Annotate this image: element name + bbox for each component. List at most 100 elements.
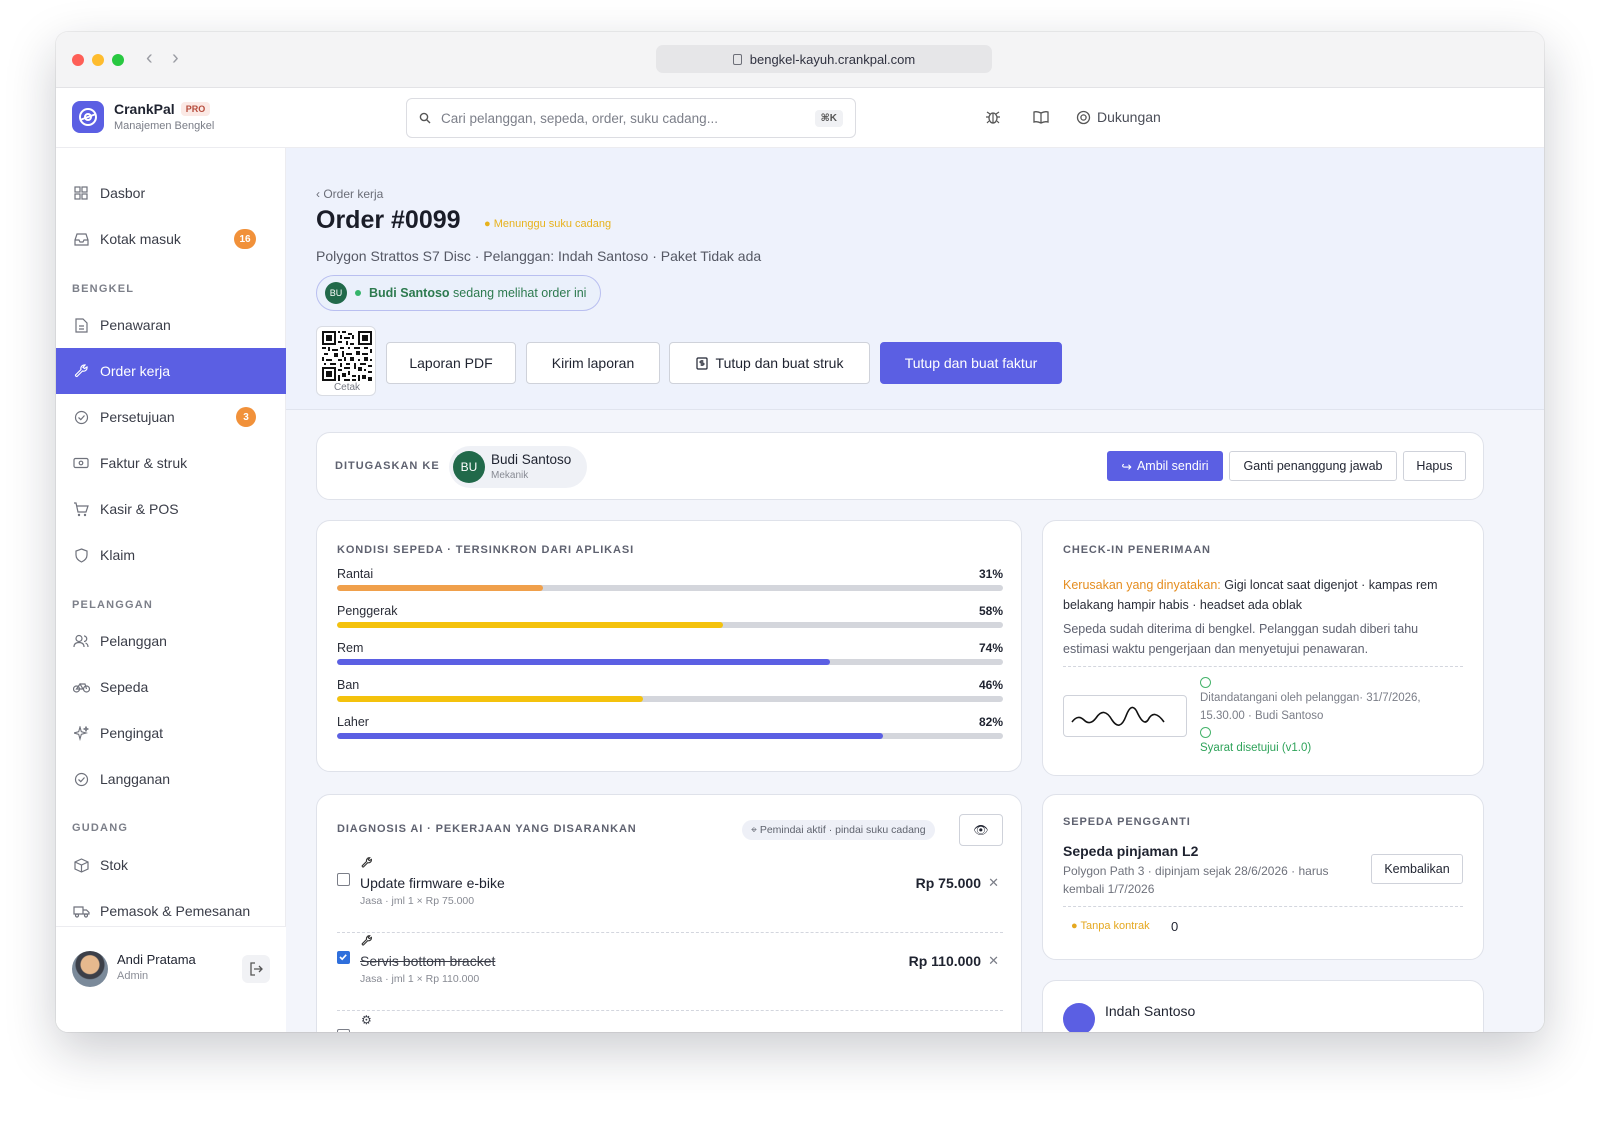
sidebar-section-title: GUDANG bbox=[72, 822, 129, 834]
address-bar[interactable]: bengkel-kayuh.crankpal.com bbox=[656, 45, 992, 73]
list-item: Update firmware e-bike Jasa · jml 1 × Rp… bbox=[337, 855, 1003, 933]
item-name: Servis bottom bracket bbox=[360, 953, 496, 969]
sidebar-item-penawaran[interactable]: Penawaran bbox=[56, 302, 286, 348]
crankpal-logo-icon[interactable] bbox=[72, 101, 104, 133]
condition-bar-track bbox=[337, 585, 1003, 591]
bicycle-icon bbox=[72, 678, 90, 696]
document-icon bbox=[72, 316, 90, 334]
maximize-window-button[interactable] bbox=[112, 54, 124, 66]
remove-assignee-button[interactable]: Hapus bbox=[1403, 451, 1466, 481]
condition-bar-fill bbox=[337, 659, 830, 665]
condition-label: Laher bbox=[337, 715, 369, 729]
sidebar-item-label: Penawaran bbox=[100, 317, 171, 333]
loaner-meta: Polygon Path 3 · dipinjam sejak 28/6/202… bbox=[1063, 864, 1329, 896]
qr-caption: Cetak bbox=[333, 382, 361, 393]
condition-row: Rem 74% bbox=[337, 641, 1003, 678]
remove-item-icon[interactable]: ✕ bbox=[988, 953, 999, 969]
minimize-window-button[interactable] bbox=[92, 54, 104, 66]
condition-label: Rantai bbox=[337, 567, 374, 581]
close-window-button[interactable] bbox=[72, 54, 84, 66]
pdf-report-button[interactable]: Laporan PDF bbox=[386, 342, 516, 384]
sidebar-item-label: Kasir & POS bbox=[100, 501, 179, 517]
sidebar-item-stok[interactable]: Stok bbox=[56, 842, 286, 888]
card-title: KONDISI SEPEDA · TERSINKRON DARI APLIKAS… bbox=[337, 544, 635, 556]
damage-description: Kerusakan yang dinyatakan: Gigi loncat s… bbox=[1063, 575, 1463, 615]
item-checkbox[interactable] bbox=[337, 951, 350, 964]
return-loaner-button[interactable]: Kembalikan bbox=[1371, 854, 1463, 884]
viewer-text: sedang melihat order ini bbox=[453, 286, 587, 300]
scanner-status-badge[interactable]: ⌖ Pemindai aktif · pindai suku cadang bbox=[742, 820, 935, 840]
forward-arrow-icon[interactable]: › bbox=[172, 47, 179, 70]
avatar[interactable] bbox=[72, 951, 108, 987]
assignment-card: DITUGASKAN KE BU Budi Santoso Mekanik ↪ … bbox=[316, 432, 1484, 500]
eye-toggle-button[interactable]: 👁 bbox=[959, 814, 1003, 846]
sidebar-item-sepeda[interactable]: Sepeda bbox=[56, 664, 286, 710]
url-text: bengkel-kayuh.crankpal.com bbox=[749, 51, 916, 67]
assignee-role: Mekanik bbox=[491, 470, 529, 481]
sidebar-item-kasir-pos[interactable]: Kasir & POS bbox=[56, 486, 286, 532]
support-link[interactable]: Dukungan bbox=[1076, 109, 1161, 125]
sidebar-section-title: BENGKEL bbox=[72, 283, 135, 295]
sidebar-item-persetujuan[interactable]: Persetujuan 3 bbox=[56, 394, 286, 440]
condition-bar-fill bbox=[337, 585, 544, 591]
search-input[interactable]: Cari pelanggan, sepeda, order, suku cada… bbox=[406, 98, 856, 138]
sidebar-item-label: Kotak masuk bbox=[100, 231, 181, 247]
user-role: Admin bbox=[117, 970, 149, 982]
sidebar-item-faktur-struk[interactable]: Faktur & struk bbox=[56, 440, 286, 486]
condition-bar-fill bbox=[337, 733, 884, 739]
sidebar-item-pelanggan[interactable]: Pelanggan bbox=[56, 618, 286, 664]
condition-bar-track bbox=[337, 733, 1003, 739]
sidebar-item-pengingat[interactable]: Pengingat bbox=[56, 710, 286, 756]
app-header: CrankPal PRO Manajemen Bengkel Cari pelan… bbox=[56, 88, 1544, 148]
customer-signature bbox=[1063, 695, 1187, 737]
remove-item-icon[interactable]: ✕ bbox=[988, 875, 999, 891]
bug-icon[interactable] bbox=[984, 108, 1002, 131]
close-and-receipt-label: Tutup dan buat struk bbox=[715, 355, 844, 371]
customer-avatar bbox=[1063, 1003, 1095, 1032]
check-circle-icon bbox=[1200, 727, 1211, 738]
book-icon[interactable] bbox=[1032, 108, 1050, 131]
condition-bar-fill bbox=[337, 622, 724, 628]
customer-name: Indah Santoso bbox=[1105, 1003, 1196, 1019]
gear-icon: ⚙ bbox=[361, 1013, 372, 1027]
list-item: Servis bottom bracket Jasa · jml 1 × Rp … bbox=[337, 933, 1003, 1011]
logout-button[interactable] bbox=[242, 955, 270, 983]
divider bbox=[1063, 666, 1463, 667]
logout-icon bbox=[250, 962, 263, 976]
item-checkbox[interactable] bbox=[337, 873, 350, 886]
card-title: CHECK-IN PENERIMAAN bbox=[1063, 544, 1211, 556]
sidebar-item-klaim[interactable]: Klaim bbox=[56, 532, 286, 578]
sidebar-item-kotak-masuk[interactable]: Kotak masuk 16 bbox=[56, 216, 286, 262]
sidebar-item-label: Persetujuan bbox=[100, 409, 175, 425]
condition-row: Laher 82% bbox=[337, 715, 1003, 752]
take-over-button[interactable]: ↪ Ambil sendiri bbox=[1107, 451, 1223, 481]
close-and-receipt-button[interactable]: Tutup dan buat struk bbox=[669, 342, 870, 384]
qr-print-button[interactable]: Cetak bbox=[316, 326, 376, 396]
sidebar-item-label: Klaim bbox=[100, 547, 136, 563]
condition-bar-track bbox=[337, 696, 1003, 702]
send-report-button[interactable]: Kirim laporan bbox=[526, 342, 660, 384]
shield-icon bbox=[72, 546, 90, 564]
main-content: ‹ Order kerja Order #0099 ● Menunggu suk… bbox=[286, 148, 1544, 1032]
condition-row: Penggerak 58% bbox=[337, 604, 1003, 641]
sidebar-item-label: Sepeda bbox=[100, 679, 149, 695]
browser-window: ‹ › bengkel-kayuh.crankpal.com CrankPal P… bbox=[56, 32, 1544, 1032]
lifebuoy-icon bbox=[1076, 110, 1091, 124]
condition-bar-track bbox=[337, 622, 1003, 628]
qr-code-icon bbox=[322, 331, 372, 381]
condition-value: 74% bbox=[978, 641, 1003, 655]
sidebar-item-langganan[interactable]: Langganan bbox=[56, 756, 286, 802]
assignee-chip[interactable]: BU Budi Santoso Mekanik bbox=[449, 446, 587, 488]
back-arrow-icon[interactable]: ‹ bbox=[146, 47, 153, 70]
approvals-count-badge: 3 bbox=[236, 407, 256, 427]
sidebar-item-label: Order kerja bbox=[100, 363, 171, 379]
sidebar-item-dasbor[interactable]: Dasbor bbox=[56, 170, 286, 216]
breadcrumb[interactable]: ‹ Order kerja bbox=[316, 187, 383, 201]
item-checkbox[interactable] bbox=[337, 1029, 350, 1032]
change-assignee-button[interactable]: Ganti penanggung jawab bbox=[1229, 451, 1397, 481]
item-price: Rp 110.000 bbox=[908, 953, 981, 969]
close-and-invoice-button[interactable]: Tutup dan buat faktur bbox=[880, 342, 1062, 384]
pro-badge: PRO bbox=[180, 102, 211, 116]
item-name: Update firmware e-bike bbox=[360, 875, 505, 891]
sidebar-item-order-kerja[interactable]: Order kerja bbox=[56, 348, 286, 394]
